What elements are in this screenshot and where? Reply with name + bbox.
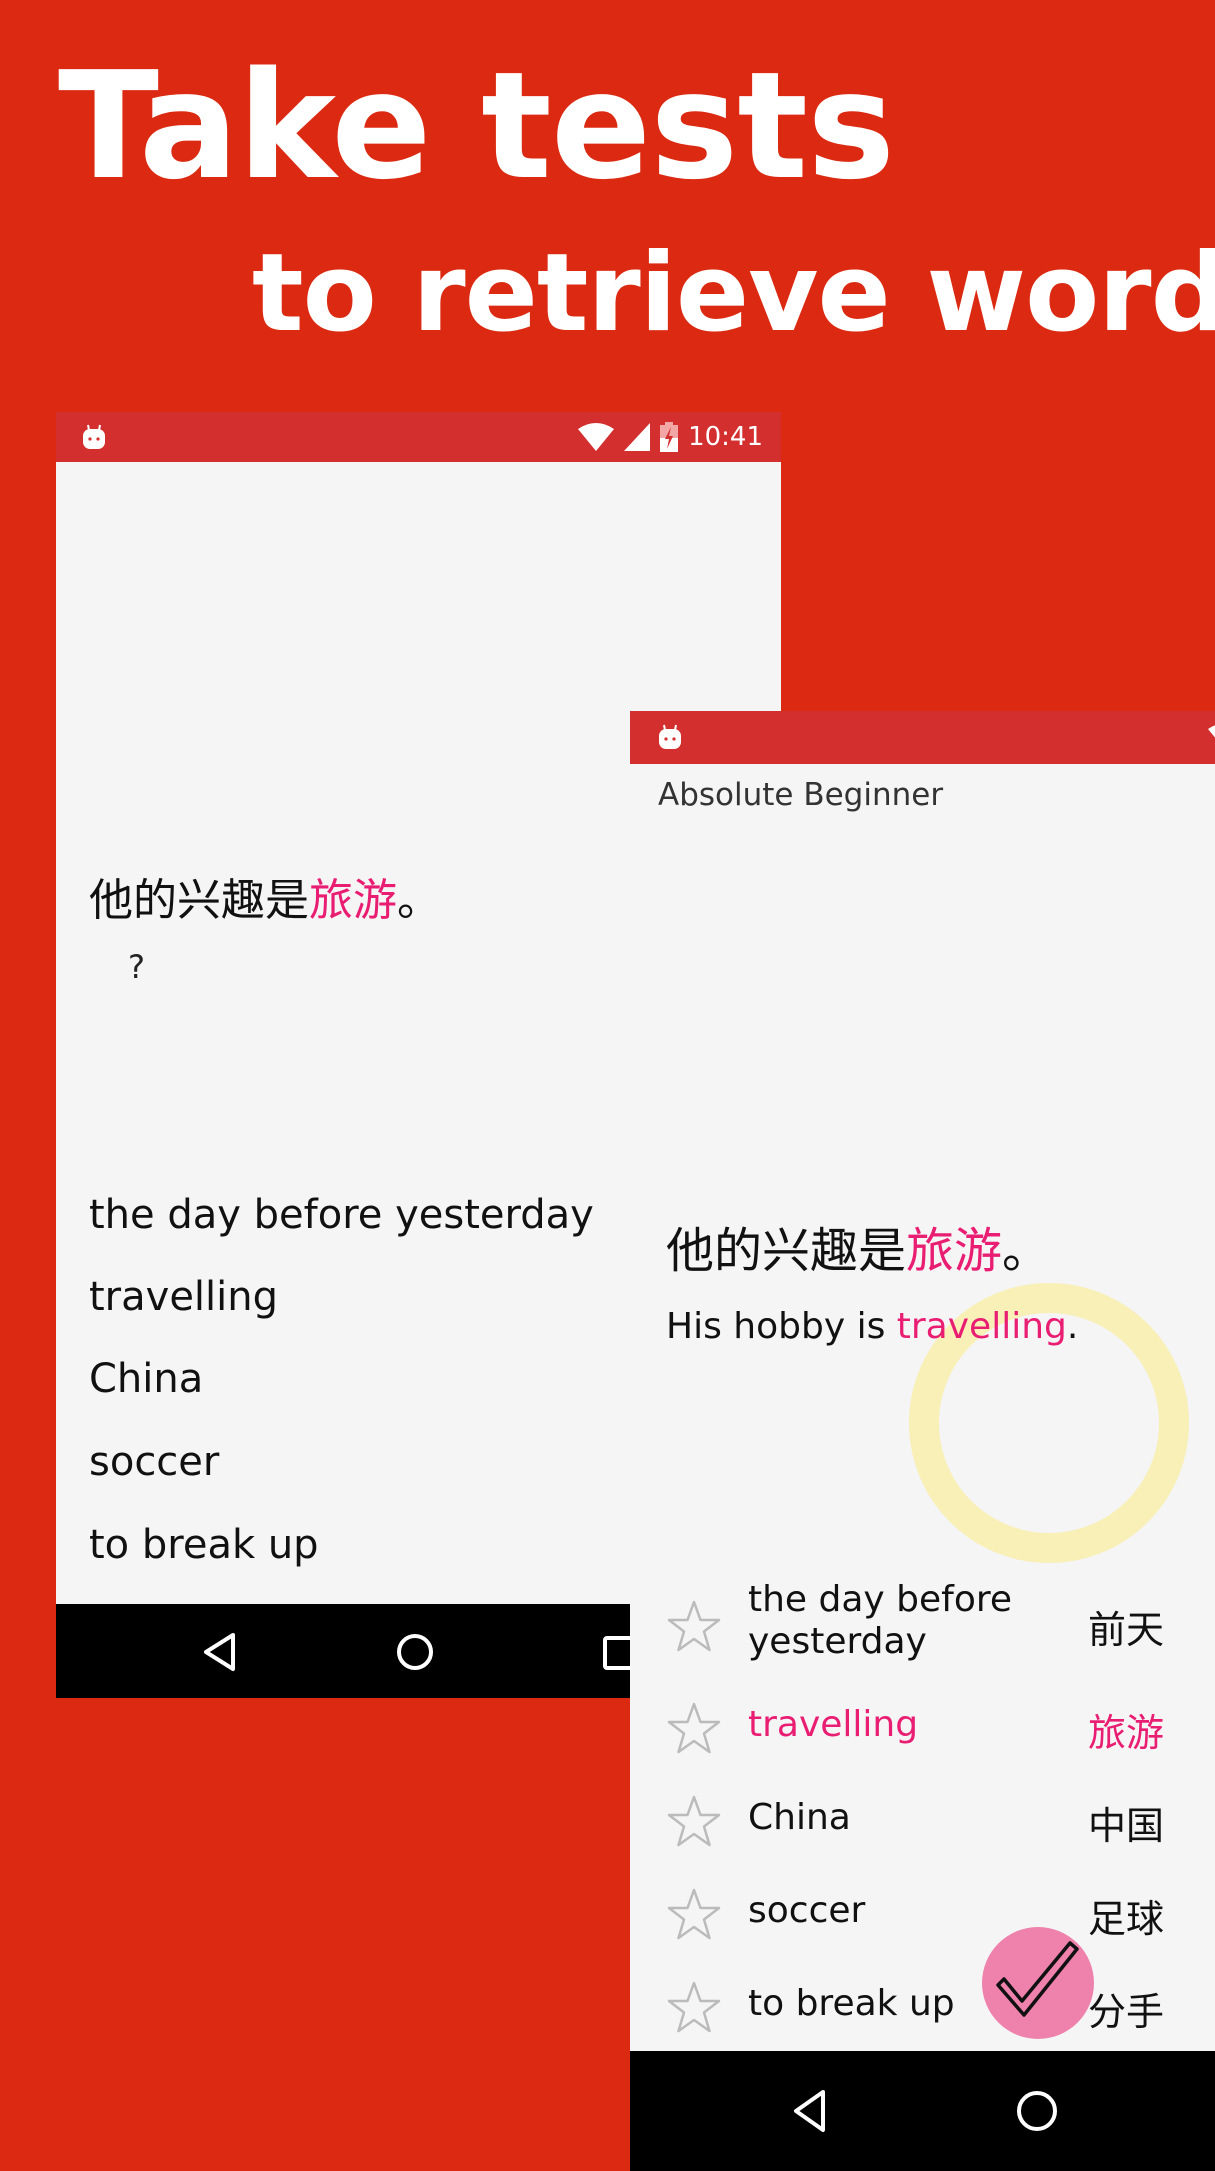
word-english: the day before yesterday [748, 1579, 1013, 1662]
question-suffix: 。 [397, 875, 441, 926]
sentence-cn-prefix: 他的兴趣是 [666, 1223, 907, 1279]
star-icon[interactable] [666, 1701, 722, 1757]
back-icon[interactable] [792, 2089, 828, 2133]
status-bar [630, 711, 1215, 764]
word-list-item[interactable]: soccer 足球 [630, 1872, 1215, 1952]
battery-charging-icon [660, 422, 679, 452]
home-icon[interactable] [1015, 2089, 1059, 2133]
signal-icon [624, 423, 651, 451]
question-highlight: 旅游 [309, 875, 397, 926]
word-list-item[interactable]: the day before yesterday 前天 [630, 1569, 1215, 1662]
word-english: to break up [748, 1983, 955, 2024]
navigation-bar [630, 2051, 1215, 2171]
status-bar: 10:41 [56, 412, 781, 462]
sentence-en-highlight: travelling [896, 1306, 1067, 1347]
word-list-item[interactable]: travelling 旅游 [630, 1686, 1215, 1766]
choice-option[interactable]: China [89, 1356, 203, 1402]
sentence-en-suffix: . [1066, 1306, 1079, 1347]
example-sentence-en: His hobby is travelling. [666, 1306, 1078, 1347]
word-chinese: 前天 [1088, 1608, 1165, 1652]
word-list-item[interactable]: China 中国 [630, 1779, 1215, 1859]
choice-option[interactable]: to break up [89, 1522, 319, 1568]
choice-option[interactable]: travelling [89, 1274, 278, 1320]
word-chinese: 中国 [1088, 1804, 1165, 1848]
star-icon[interactable] [666, 1599, 722, 1655]
word-chinese: 旅游 [1088, 1711, 1165, 1755]
headline-title: Take tests [58, 40, 895, 212]
deck-title: Absolute Beginner [658, 777, 944, 813]
front-phone-screen: Absolute Beginner 他的兴趣是旅游。 His hobby is … [630, 711, 1215, 2171]
back-icon[interactable] [202, 1632, 238, 1672]
star-icon[interactable] [666, 1887, 722, 1943]
headline-subtitle: to retrieve words [252, 231, 1215, 356]
choice-option[interactable]: soccer [89, 1439, 219, 1485]
sentence-cn-highlight: 旅游 [906, 1223, 1003, 1279]
word-english: travelling [748, 1704, 919, 1745]
question-prefix: 他的兴趣是 [89, 875, 309, 926]
sentence-en-prefix: His hobby is [666, 1306, 897, 1347]
word-chinese: 分手 [1088, 1990, 1165, 2034]
home-icon[interactable] [395, 1632, 435, 1672]
star-icon[interactable] [666, 1794, 722, 1850]
android-icon [83, 424, 105, 449]
sentence-cn-suffix: 。 [1002, 1223, 1051, 1279]
checkmark-icon [996, 1941, 1079, 2017]
android-icon [659, 724, 681, 749]
answer-prompt: ? [128, 948, 145, 986]
status-time: 10:41 [688, 422, 763, 452]
word-english: China [748, 1797, 851, 1838]
word-english: soccer [748, 1890, 866, 1931]
wifi-icon [1208, 725, 1215, 738]
word-chinese: 足球 [1088, 1897, 1165, 1941]
word-list-item[interactable]: to break up 分手 [630, 1965, 1215, 2045]
star-icon[interactable] [666, 1980, 722, 2036]
check-answer-button[interactable] [982, 1927, 1094, 2039]
example-sentence-cn: 他的兴趣是旅游。 [666, 1211, 1050, 1281]
choice-option[interactable]: the day before yesterday [89, 1192, 594, 1238]
question-sentence: 他的兴趣是旅游。 [89, 864, 441, 928]
wifi-icon [578, 423, 615, 451]
